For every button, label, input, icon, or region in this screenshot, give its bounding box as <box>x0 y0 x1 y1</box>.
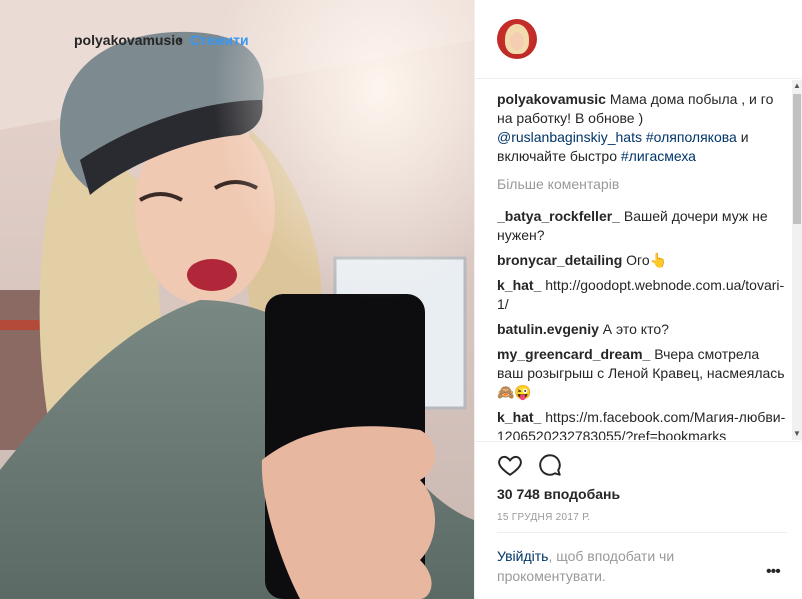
comment-item: k_hat_ http://goodopt.webnode.com.ua/tov… <box>497 276 789 314</box>
comment-text: А это кто? <box>598 321 669 337</box>
post-photo[interactable] <box>0 0 474 599</box>
comment-username[interactable]: my_greencard_dream_ <box>497 346 650 362</box>
login-link[interactable]: Увійдіть <box>497 548 548 564</box>
caption-hashtag-1[interactable]: #оляполякова <box>642 129 737 145</box>
avatar-face <box>510 32 524 50</box>
header-dot: • <box>178 32 183 48</box>
comment-text[interactable]: https://m.facebook.com/Магия-любви-12065… <box>497 409 785 440</box>
post-header <box>475 0 802 79</box>
comment-text[interactable]: http://goodopt.webnode.com.ua/tovari-1/ <box>497 277 784 312</box>
follow-button[interactable]: Стежити <box>190 32 249 48</box>
comment-username[interactable]: bronycar_detailing <box>497 252 622 268</box>
comment-item: _batya_rockfeller_ Вашей дочери муж не н… <box>497 207 789 245</box>
scroll-up-arrow-icon[interactable]: ▲ <box>792 80 802 92</box>
scrollbar-thumb[interactable] <box>793 94 801 224</box>
likes-count[interactable]: 30 748 вподобань <box>497 486 620 502</box>
comment-item: bronycar_detailing Ого👆 <box>497 251 789 270</box>
comment-item: batulin.evgeniy А это кто? <box>497 320 789 339</box>
caption-mention[interactable]: @ruslanbaginskiy_hats <box>497 129 642 145</box>
header-username[interactable]: polyakovamusic <box>74 32 183 48</box>
comment-username[interactable]: _batya_rockfeller_ <box>497 208 620 224</box>
caption-username[interactable]: polyakovamusic <box>497 91 606 107</box>
comment-username[interactable]: k_hat_ <box>497 409 541 425</box>
comment-item: my_greencard_dream_ Вчера смотрела ваш р… <box>497 345 789 402</box>
more-options-icon[interactable]: ••• <box>766 563 781 581</box>
comment-bubble-icon[interactable] <box>537 452 563 478</box>
caption: polyakovamusic Мама дома побыла , и го н… <box>497 90 789 166</box>
comment-text: Ого👆 <box>622 252 668 268</box>
login-divider <box>497 532 787 533</box>
comments-list[interactable]: polyakovamusic Мама дома побыла , и го н… <box>497 90 789 440</box>
load-more-comments[interactable]: Більше коментарів <box>497 175 789 194</box>
scroll-down-arrow-icon[interactable]: ▼ <box>792 428 802 440</box>
photo-illustration <box>0 0 474 599</box>
avatar[interactable] <box>497 19 537 59</box>
login-prompt: Увійдіть, щоб вподобати чи прокоментуват… <box>497 546 747 586</box>
actions-divider <box>475 441 802 442</box>
post-date[interactable]: 15 ГРУДНЯ 2017 Р. <box>497 512 590 523</box>
caption-hashtag-2[interactable]: #лигасмеха <box>621 148 696 164</box>
comments-scrollbar[interactable]: ▲ ▼ <box>792 80 802 440</box>
heart-icon[interactable] <box>497 452 523 478</box>
comment-username[interactable]: k_hat_ <box>497 277 541 293</box>
divider <box>474 0 475 599</box>
comment-username[interactable]: batulin.evgeniy <box>497 321 599 337</box>
comment-item: k_hat_ https://m.facebook.com/Магия-любв… <box>497 408 789 440</box>
